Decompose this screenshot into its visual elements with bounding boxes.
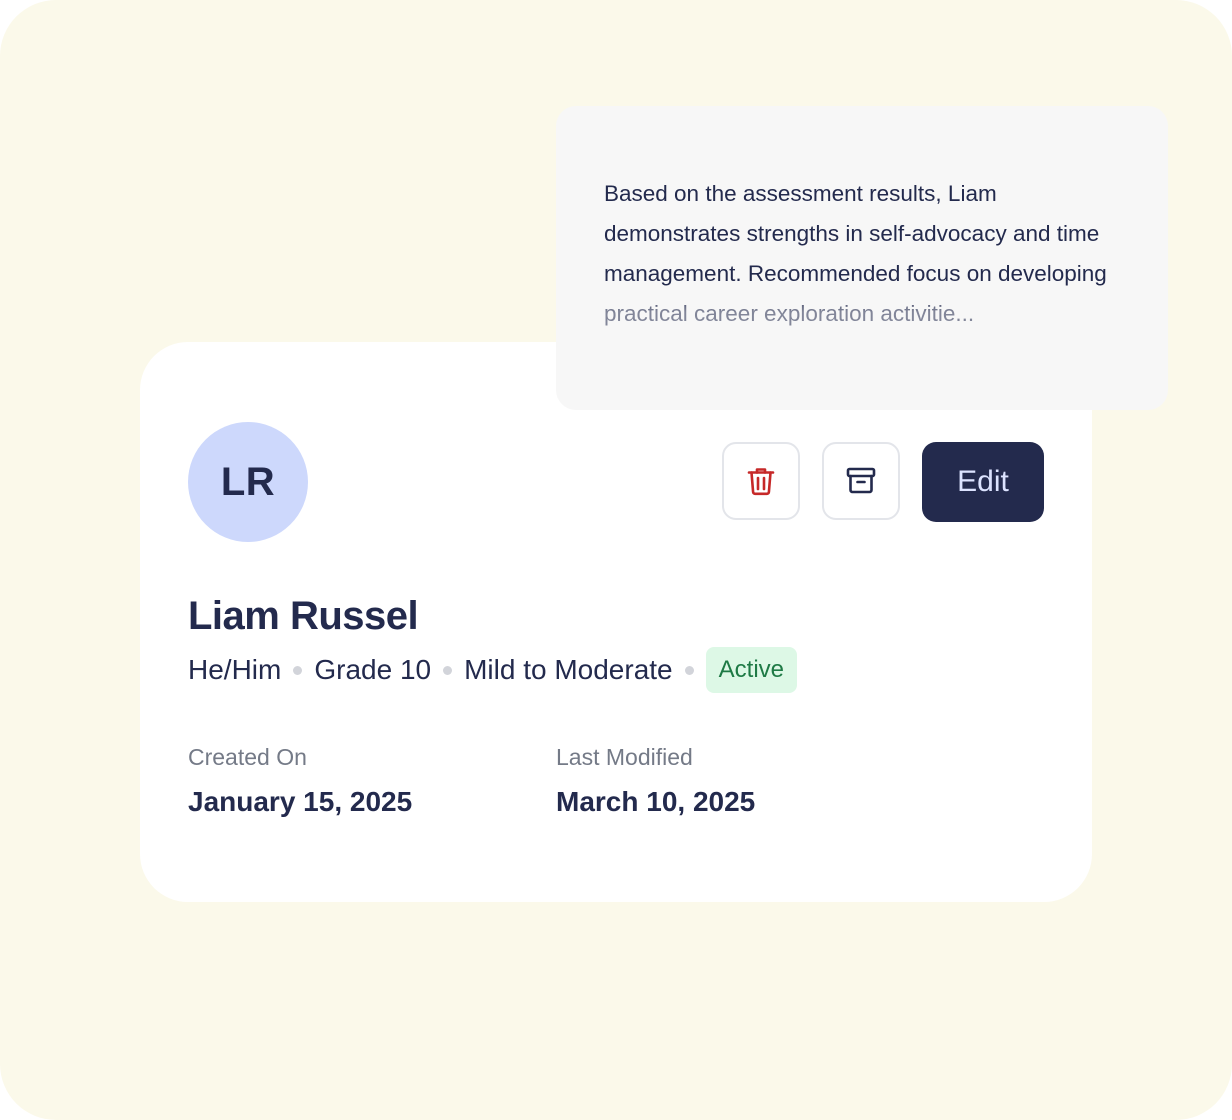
separator-dot	[293, 665, 303, 675]
avatar: LR	[188, 422, 308, 542]
pronouns: He/Him	[188, 654, 282, 685]
created-on-label: Created On	[188, 744, 307, 770]
separator-dot	[443, 665, 453, 675]
archive-icon	[846, 467, 876, 495]
support-level: Mild to Moderate	[464, 654, 673, 685]
last-modified-value: March 10, 2025	[556, 786, 756, 817]
created-on-value: January 15, 2025	[188, 786, 413, 817]
archive-button[interactable]	[822, 442, 900, 520]
edit-button[interactable]: Edit	[922, 442, 1044, 522]
trash-icon	[747, 466, 775, 496]
delete-button[interactable]	[722, 442, 800, 520]
status-badge: Active	[705, 647, 797, 693]
page-canvas: LR Edit Liam Russel He/Him Grade 10 Mild…	[0, 0, 1232, 1120]
edit-button-label: Edit	[957, 465, 1009, 498]
student-meta-row: He/Him Grade 10 Mild to Moderate Active	[188, 647, 797, 693]
grade: Grade 10	[314, 654, 432, 685]
assessment-summary-text: Based on the assessment results, Liam de…	[604, 181, 1107, 326]
student-profile-card: LR Edit Liam Russel He/Him Grade 10 Mild…	[140, 342, 1092, 902]
avatar-initials: LR	[220, 459, 276, 504]
student-name: Liam Russel	[188, 594, 419, 638]
last-modified-label: Last Modified	[556, 744, 693, 770]
assessment-summary-card: Based on the assessment results, Liam de…	[556, 106, 1168, 410]
separator-dot	[684, 665, 694, 675]
